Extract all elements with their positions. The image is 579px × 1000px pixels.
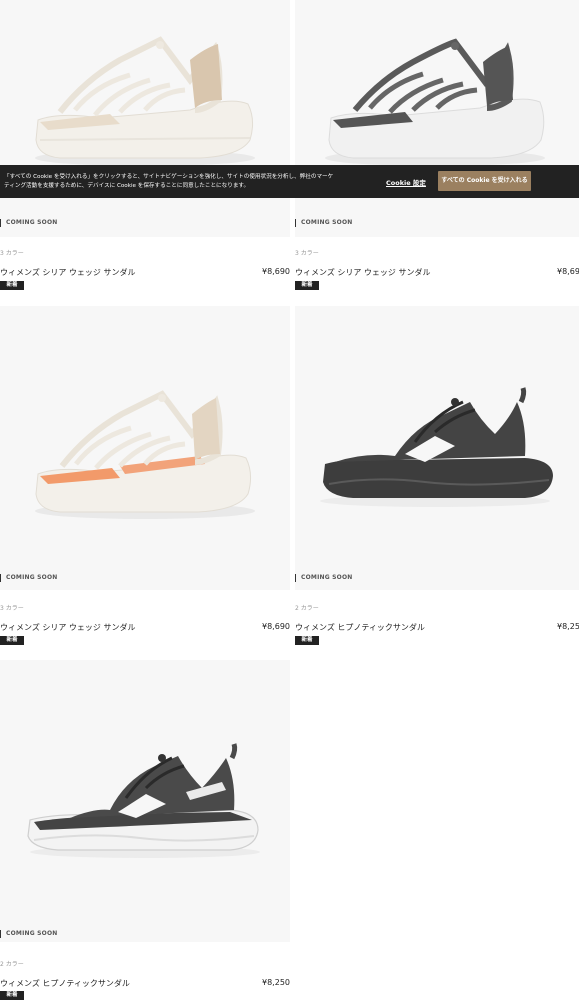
product-card[interactable]: COMING SOON 3 カラー ウィメンズ シリア ウェッジ サンダル ¥8… bbox=[0, 0, 290, 300]
cream-orange-platform-sandal-image bbox=[35, 390, 255, 519]
product-image[interactable] bbox=[0, 660, 290, 942]
color-count: 3 カラー bbox=[0, 250, 24, 257]
product-name[interactable]: ウィメンズ ヒプノティックサンダル bbox=[295, 622, 425, 633]
product-card[interactable]: COMING SOON 2 カラー ウィメンズ ヒプノティックサンダル ¥8,2… bbox=[295, 306, 579, 648]
black-platform-sandal-image bbox=[325, 38, 545, 166]
cookie-message: 「すべての Cookie を受け入れる」をクリックすると、サイトナビゲーションを… bbox=[4, 174, 334, 189]
product-name[interactable]: ウィメンズ シリア ウェッジ サンダル bbox=[0, 622, 135, 633]
new-badge: 新着 bbox=[0, 281, 24, 290]
product-image[interactable] bbox=[0, 0, 290, 237]
new-badge: 新着 bbox=[0, 991, 24, 1000]
black-sport-sandal-image bbox=[320, 387, 553, 507]
product-price: ¥8,250 bbox=[262, 978, 290, 987]
new-badge: 新着 bbox=[0, 636, 24, 645]
color-count: 2 カラー bbox=[0, 961, 24, 968]
product-card[interactable]: COMING SOON 3 カラー ウィメンズ シリア ウェッジ サンダル ¥8… bbox=[295, 0, 579, 300]
status-label: COMING SOON bbox=[0, 574, 200, 582]
product-price: ¥8,690 bbox=[262, 622, 290, 631]
product-image[interactable] bbox=[0, 306, 290, 590]
cookie-settings-link[interactable]: Cookie 設定 bbox=[386, 177, 426, 187]
new-badge: 新着 bbox=[295, 281, 319, 290]
color-count: 3 カラー bbox=[0, 605, 24, 612]
color-count: 3 カラー bbox=[295, 250, 319, 257]
product-card[interactable]: COMING SOON 3 カラー ウィメンズ シリア ウェッジ サンダル ¥8… bbox=[0, 306, 290, 648]
black-white-sport-sandal-image bbox=[27, 743, 260, 858]
product-name[interactable]: ウィメンズ ヒプノティックサンダル bbox=[0, 978, 130, 989]
cookie-banner: 「すべての Cookie を受け入れる」をクリックすると、サイトナビゲーションを… bbox=[0, 165, 579, 198]
product-price: ¥8,250 bbox=[557, 622, 579, 631]
product-name[interactable]: ウィメンズ シリア ウェッジ サンダル bbox=[0, 267, 135, 278]
status-label: COMING SOON bbox=[295, 574, 495, 582]
product-image[interactable] bbox=[295, 306, 579, 590]
new-badge: 新着 bbox=[295, 636, 319, 645]
status-label: COMING SOON bbox=[295, 219, 495, 227]
product-name[interactable]: ウィメンズ シリア ウェッジ サンダル bbox=[295, 267, 430, 278]
color-count: 2 カラー bbox=[295, 605, 319, 612]
status-label: COMING SOON bbox=[0, 219, 200, 227]
product-price: ¥8,690 bbox=[262, 267, 290, 276]
accept-all-cookies-button[interactable]: すべての Cookie を受け入れる bbox=[438, 171, 531, 191]
product-image[interactable] bbox=[295, 0, 579, 237]
cream-platform-sandal-image bbox=[35, 36, 255, 166]
product-card[interactable]: COMING SOON 2 カラー ウィメンズ ヒプノティックサンダル ¥8,2… bbox=[0, 660, 290, 1000]
product-price: ¥8,690 bbox=[557, 267, 579, 276]
status-label: COMING SOON bbox=[0, 930, 200, 938]
